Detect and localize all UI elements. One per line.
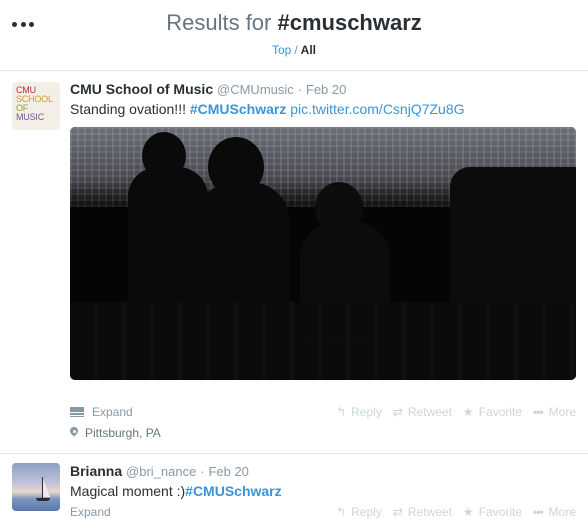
retweet-label: Retweet (407, 405, 452, 419)
retweet-button[interactable]: ⇄ Retweet (393, 505, 452, 519)
tab-all[interactable]: All (301, 43, 316, 57)
favorite-button[interactable]: ★ Favorite (463, 505, 522, 519)
tweet-header: CMU School of Music @CMUmusic · Feb 20 (70, 81, 576, 97)
reply-icon: ↰ (336, 505, 347, 519)
ellipsis-icon: ••• (533, 505, 544, 519)
page-title: Results for #cmuschwarz (0, 10, 588, 36)
tab-separator: / (294, 43, 298, 57)
expand-button[interactable]: Expand (70, 505, 111, 519)
separator-dot: · (200, 464, 205, 479)
more-button[interactable]: ••• More (533, 405, 576, 419)
reply-label: Reply (351, 405, 382, 419)
avatar[interactable]: CMU SCHOOL OF MUSIC (12, 82, 60, 130)
reply-button[interactable]: ↰ Reply (336, 505, 382, 519)
avatar-text-line: MUSIC (16, 112, 44, 122)
hashtag-link[interactable]: #CMUSchwarz (185, 483, 281, 499)
tweet-actions: ↰ Reply ⇄ Retweet ★ Favorite ••• More (325, 505, 576, 519)
retweet-icon: ⇄ (392, 505, 403, 519)
separator-dot: · (297, 82, 302, 97)
tweet-text-body: Standing ovation!!! (70, 101, 190, 117)
tweet-text: Magical moment :)#CMUSchwarz (70, 483, 576, 499)
title-prefix: Results for (166, 10, 278, 35)
more-label: More (548, 505, 576, 519)
tweet-fullname[interactable]: Brianna (70, 463, 122, 479)
reply-button[interactable]: ↰ Reply (336, 405, 382, 419)
tweet[interactable]: Brianna @bri_nance · Feb 20 Magical mome… (0, 455, 588, 529)
tab-top[interactable]: Top (272, 43, 291, 57)
media-icon (70, 407, 84, 417)
retweet-button[interactable]: ⇄ Retweet (393, 405, 452, 419)
tweet-timestamp[interactable]: Feb 20 (208, 464, 248, 479)
tweet-username[interactable]: @bri_nance (126, 464, 196, 479)
tweet-content: CMU School of Music @CMUmusic · Feb 20 S… (70, 81, 576, 117)
ellipsis-icon: ••• (533, 405, 544, 419)
expand-button[interactable]: Expand (70, 405, 133, 419)
more-button[interactable]: ••• More (533, 505, 576, 519)
tweet-timestamp[interactable]: Feb 20 (306, 82, 346, 97)
location-pin-icon (68, 425, 80, 439)
tweet[interactable]: CMU SCHOOL OF MUSIC CMU School of Music … (0, 71, 588, 454)
tweet-header: Brianna @bri_nance · Feb 20 (70, 463, 576, 479)
retweet-icon: ⇄ (392, 405, 403, 419)
hashtag-link[interactable]: #CMUSchwarz (190, 101, 286, 117)
tweet-text: Standing ovation!!! #CMUSchwarz pic.twit… (70, 101, 576, 117)
results-filter-nav: Top / All (0, 43, 588, 57)
star-icon: ★ (462, 405, 474, 419)
favorite-label: Favorite (478, 405, 523, 419)
tweet-text-body: Magical moment :) (70, 483, 186, 499)
expand-label: Expand (92, 405, 133, 419)
location-label: Pittsburgh, PA (85, 426, 161, 440)
tweet-actions: ↰ Reply ⇄ Retweet ★ Favorite ••• More (325, 405, 576, 419)
tweet-media-photo[interactable] (70, 127, 576, 380)
pic-link[interactable]: pic.twitter.com/CsnjQ7Zu8G (290, 101, 464, 117)
tweet-username[interactable]: @CMUmusic (217, 82, 294, 97)
reply-label: Reply (351, 505, 382, 519)
retweet-label: Retweet (407, 505, 452, 519)
tweet-content: Brianna @bri_nance · Feb 20 Magical mome… (70, 463, 576, 499)
more-label: More (548, 405, 576, 419)
avatar[interactable] (12, 463, 60, 511)
tweet-location[interactable]: Pittsburgh, PA (68, 425, 161, 440)
tweet-fullname[interactable]: CMU School of Music (70, 81, 213, 97)
search-query: #cmuschwarz (277, 10, 422, 35)
search-header: Results for #cmuschwarz Top / All (0, 0, 588, 71)
reply-icon: ↰ (336, 405, 347, 419)
star-icon: ★ (462, 505, 474, 519)
favorite-button[interactable]: ★ Favorite (463, 405, 522, 419)
favorite-label: Favorite (478, 505, 523, 519)
